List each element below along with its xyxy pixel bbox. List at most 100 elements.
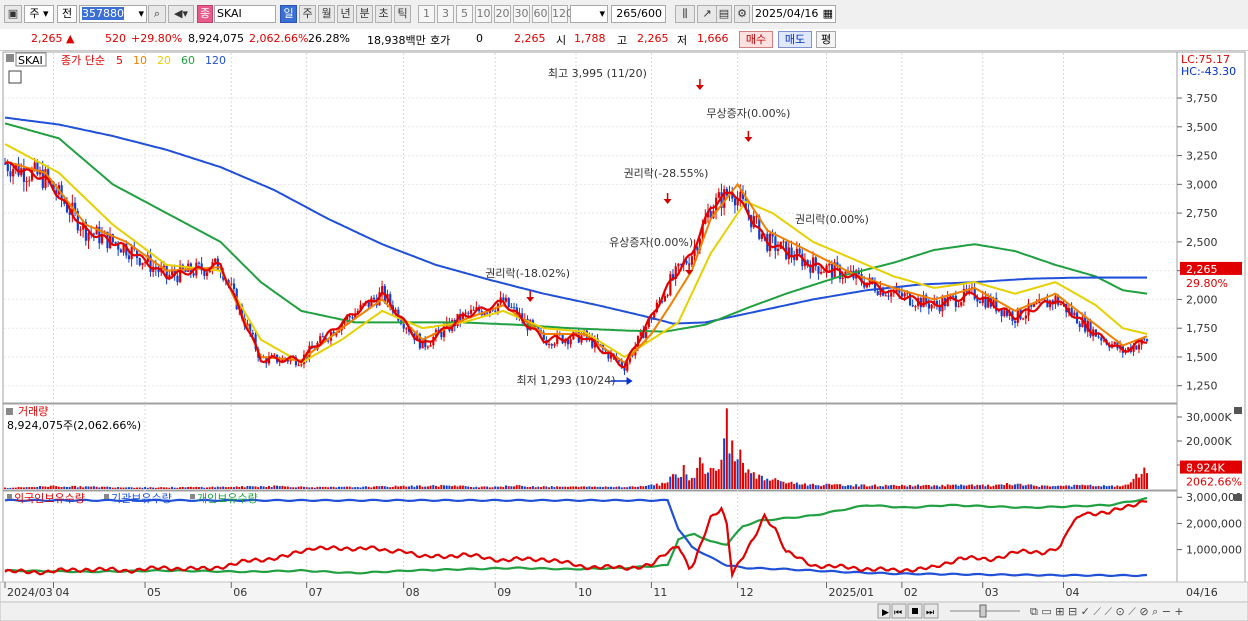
date-field[interactable]: 2025/04/16 ▦ <box>752 5 836 23</box>
drawing-icon[interactable]: ↗ <box>697 5 717 23</box>
volume-bar <box>1097 485 1100 489</box>
volume-bar <box>860 484 863 489</box>
candle-body <box>469 309 473 314</box>
stock-code-input[interactable]: 357880 ▾ <box>79 5 147 23</box>
market-select[interactable]: 주 ▾ <box>24 5 54 23</box>
volume-close-icon[interactable] <box>1234 407 1242 414</box>
buy-button[interactable]: 매수 <box>739 31 773 48</box>
x-tick-label: 04 <box>55 586 69 599</box>
candle-body <box>1137 344 1141 350</box>
volume-bar <box>768 480 771 489</box>
volume-bar <box>882 486 885 489</box>
period-button-4[interactable]: 분 <box>356 5 373 23</box>
volume-pane-icon[interactable] <box>6 408 13 415</box>
candle-body <box>884 295 887 297</box>
interval-button-2[interactable]: 5 <box>456 5 473 23</box>
volume-bar <box>114 487 117 489</box>
volume-bar <box>316 486 319 489</box>
candle-body <box>979 301 982 304</box>
pane-icon[interactable] <box>6 54 14 62</box>
volume-bar <box>580 486 583 489</box>
period-button-2[interactable]: 월 <box>318 5 335 23</box>
zoom-slider-handle[interactable] <box>979 604 987 618</box>
interval-button-7[interactable]: 120 <box>551 5 573 23</box>
period-button-1[interactable]: 주 <box>299 5 316 23</box>
annotation-2: 권리락(-28.55%) <box>624 167 709 180</box>
tool-icons[interactable]: ⧉ ▭ ⊞ ⊟ ✓ ⟋ ⟋ ⊙ ⟋ ⊘ ⌕ − + <box>1030 605 1184 618</box>
period-button-0[interactable]: 일 <box>280 5 297 23</box>
interval-button-4[interactable]: 20 <box>494 5 511 23</box>
quote-bar: 2,265 ▲ 520 +29.80% 8,924,075 2,062.66% … <box>0 29 1248 51</box>
interval-button-5[interactable]: 30 <box>513 5 530 23</box>
sell-button[interactable]: 매도 <box>778 31 812 48</box>
chart-toolbar: ▣ 주 ▾ 전 357880 ▾ ⌕ ◀▾ 종 SKAI 일주월년분초틱 1351… <box>0 0 1248 30</box>
interval-button-1[interactable]: 3 <box>437 5 454 23</box>
volume-bar <box>141 487 144 489</box>
volume-bar <box>841 485 844 489</box>
period-button-5[interactable]: 초 <box>375 5 392 23</box>
volume-bar <box>434 485 437 489</box>
candle-body <box>33 162 36 170</box>
volume-bar <box>604 486 607 489</box>
candle-body <box>381 285 384 293</box>
interval-button-6[interactable]: 60 <box>532 5 549 23</box>
holdings-legend-2: 개인보유수량 <box>197 492 258 505</box>
x-tick-label: 05 <box>147 586 161 599</box>
open-price: 1,788 <box>574 32 606 45</box>
candle-body <box>876 291 879 295</box>
count-field[interactable]: 265/600 <box>611 5 666 23</box>
volume-bar <box>838 484 841 489</box>
holdings-close-icon[interactable] <box>1234 494 1242 501</box>
period-button-3[interactable]: 년 <box>337 5 354 23</box>
volume-bar <box>822 485 825 489</box>
volume-bar <box>661 482 664 489</box>
interval-dropdown[interactable]: ▾ <box>570 5 608 23</box>
candle-body <box>9 171 12 177</box>
prev-button[interactable]: 전 <box>57 5 77 23</box>
stock-chart[interactable]: 최고 3,995 (11/20) 무상증자(0.00%) 권리락(-28.55%) 유… <box>0 51 1248 621</box>
volume-bar <box>739 449 742 489</box>
hoga-value: 0 <box>476 32 483 45</box>
save-icon[interactable]: ▤ <box>716 5 732 23</box>
volume-bar <box>793 483 796 489</box>
volume-bar <box>461 485 464 489</box>
table-icon[interactable] <box>8 70 22 84</box>
scroll-controls[interactable]: ▶ ⏮ ⏭ ⧉ ▭ ⊞ ⊟ ✓ ⟋ ⟋ ⊙ ⟋ ⊘ ⌕ − + <box>877 603 1184 619</box>
search-icon[interactable]: ⌕ <box>148 5 166 23</box>
candle-body <box>327 340 330 342</box>
volume-bar <box>809 484 812 489</box>
candle-body <box>887 295 890 297</box>
volume-bar <box>1129 482 1132 489</box>
chart-type-icon[interactable]: ⫼ <box>675 5 695 23</box>
speaker-icon[interactable]: ◀▾ <box>168 5 194 23</box>
settings-icon[interactable]: ⚙ <box>734 5 750 23</box>
interval-button-0[interactable]: 1 <box>418 5 435 23</box>
volume-bar <box>989 486 992 489</box>
volume-bar <box>222 486 225 489</box>
holdings-legend-1: 기관보유수량 <box>111 492 172 505</box>
volume-bar <box>720 459 723 489</box>
volume-bar <box>273 485 276 489</box>
interval-button-3[interactable]: 10 <box>475 5 492 23</box>
volume-bar <box>408 486 411 489</box>
candle-body <box>429 345 432 347</box>
stop-glyph <box>912 608 918 614</box>
layout-icon[interactable]: ▣ <box>4 5 22 23</box>
volume-bar <box>483 486 486 489</box>
volume-bar <box>416 485 419 489</box>
volume-bar <box>157 487 160 489</box>
volume-bar <box>1121 485 1124 489</box>
volume-bar <box>941 484 944 489</box>
ma-legend-60: 60 <box>181 54 195 67</box>
up-arrow-icon: ▲ <box>66 32 75 45</box>
volume-bar <box>28 487 31 489</box>
stock-name-field[interactable]: SKAI <box>214 5 276 23</box>
volume-bar <box>626 487 629 489</box>
avg-button[interactable]: 평 <box>816 31 836 48</box>
volume-bar <box>946 484 949 489</box>
period-button-6[interactable]: 틱 <box>394 5 411 23</box>
volume-bar <box>677 477 680 489</box>
volume-bar <box>758 474 761 489</box>
volume-bar <box>777 480 780 489</box>
candle-body <box>402 323 405 329</box>
